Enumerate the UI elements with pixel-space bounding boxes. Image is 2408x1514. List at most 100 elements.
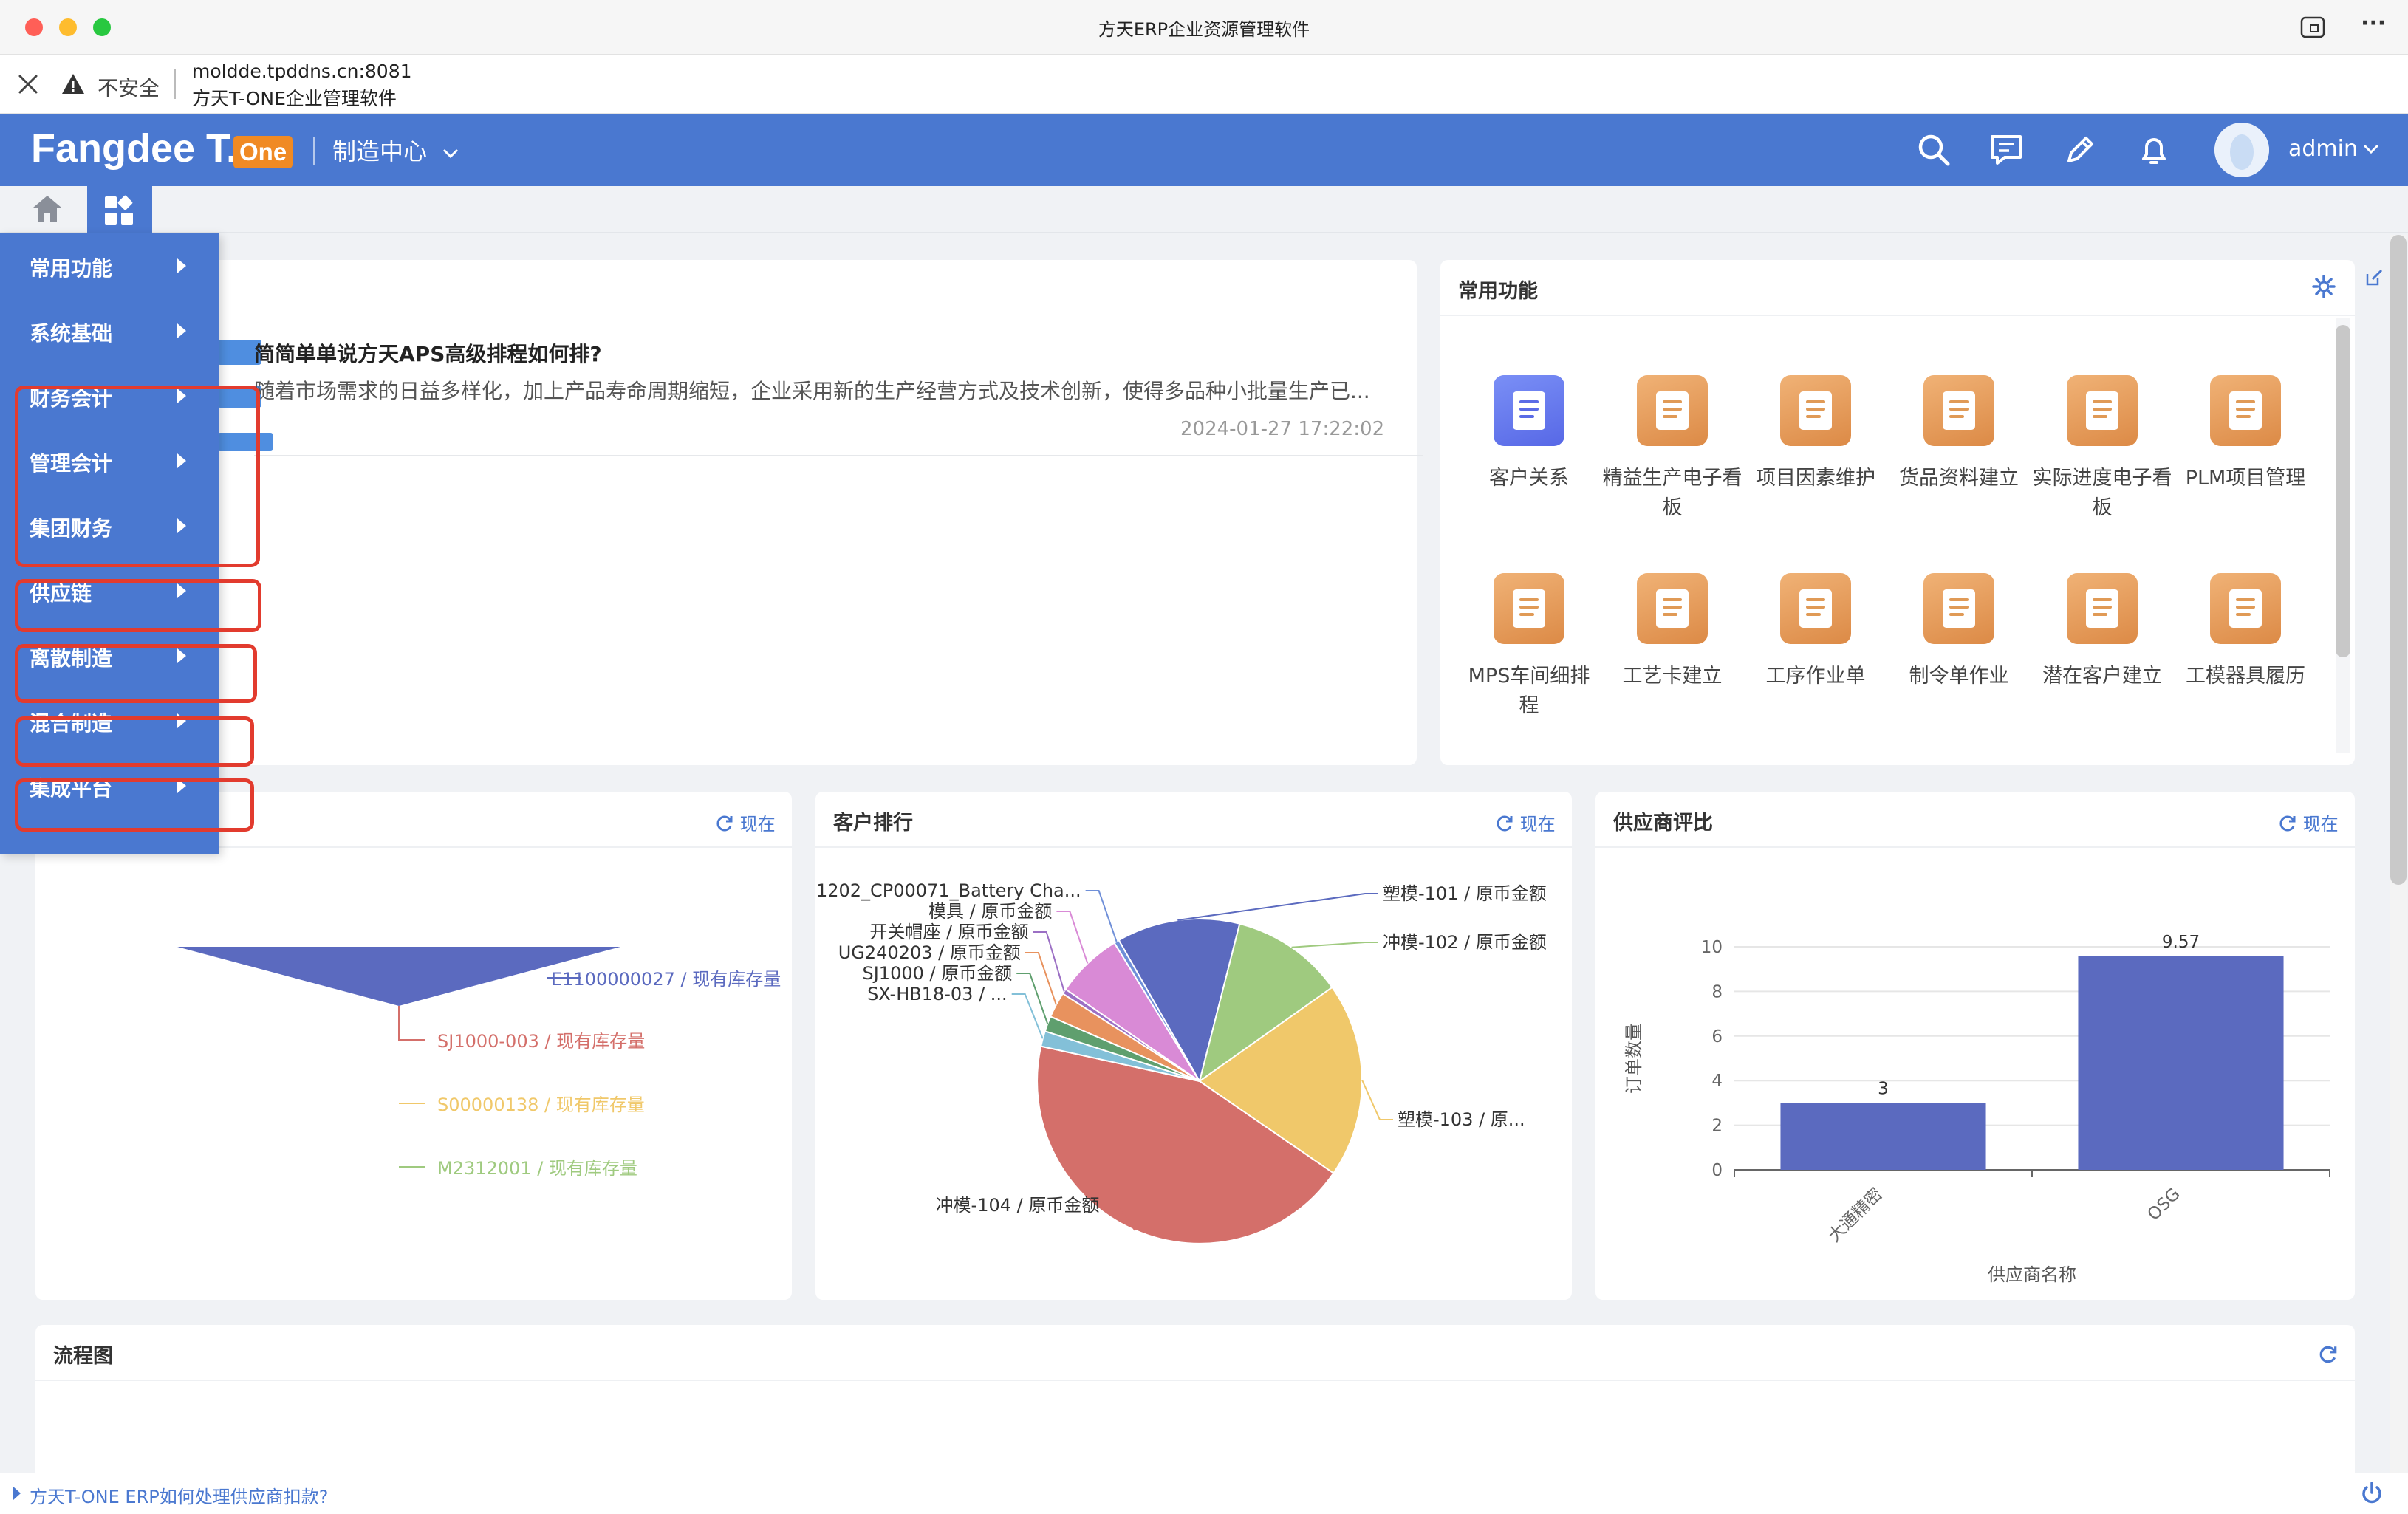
center-selector[interactable]: 制造中心 [332,133,459,167]
function-customer-relation[interactable]: 客户关系 [1459,375,1599,493]
user-avatar-icon [2214,123,2269,177]
y-tick-label: 8 [1711,982,1723,1001]
function-goods-data[interactable]: 货品资料建立 [1889,375,2029,493]
bell-icon[interactable] [2136,132,2172,168]
inventory-card: 现在 E1100000027 / 现有库存量 SJ1000-003 / 现有库存… [35,792,792,1300]
home-icon[interactable] [31,193,64,225]
page-scrollbar-track[interactable] [2390,235,2407,1476]
supplier-bar-chart: 0 2 4 6 8 10 3 大通精密 9.57 OSG 供应商名称 订单数量 [1624,933,2330,1285]
function-plm[interactable]: PLM项目管理 [2175,375,2316,493]
funnel-label-2: SJ1000-003 / 现有库存量 [437,1031,645,1052]
pie-label: 模具 / 原币金额 [928,901,1052,922]
app-header: Fangdee T. One 制造中心 admin [0,114,2408,186]
supplier-card: 供应商评比 现在 0 2 4 6 8 10 3 大通精密 9.57 OSG 供应商名称 订单数量 [1595,792,2355,1300]
card-divider [35,1380,2355,1381]
pie-leader-line [1056,911,1089,964]
document-icon [1494,573,1564,644]
close-icon[interactable] [18,74,38,95]
inventory-funnel-chart: E1100000027 / 现有库存量 SJ1000-003 / 现有库存量 S… [177,947,781,1179]
menu-item-system[interactable]: 系统基础 [0,298,219,363]
search-icon[interactable] [1916,132,1952,168]
document-icon [1637,375,1708,446]
y-tick-label: 6 [1711,1027,1723,1047]
menu-item-common[interactable]: 常用功能 [0,233,219,298]
bar[interactable] [2078,956,2284,1170]
y-axis-title: 订单数量 [1624,1023,1644,1094]
more-options-icon[interactable]: ··· [2361,10,2386,36]
funnel-label-4: M2312001 / 现有库存量 [437,1158,637,1179]
document-icon [2067,573,2138,644]
header-divider [313,137,315,165]
pie-leader-line [1177,893,1378,921]
funnel-leader-line [398,1006,425,1041]
customer-rank-card: 客户排行 现在 塑模-101 / 原币金额 冲模-102 / 原币金额 塑模-103… [815,792,1572,1300]
avatar[interactable] [2214,123,2269,177]
highlight-box-mixed [15,716,254,767]
highlight-box-finance [15,386,260,567]
document-icon [1780,573,1851,644]
common-functions-title: 常用功能 [1458,280,1538,303]
news-date: 2024-01-27 17:22:02 [1180,418,1385,440]
pie-label: 冲模-102 / 原币金额 [1383,932,1547,953]
function-progress-board[interactable]: 实际进度电子看板 [2032,375,2172,523]
logo-badge: One [233,136,293,168]
edit-layout-icon[interactable] [2364,267,2384,288]
bar-value-label: 9.57 [2162,933,2200,952]
function-work-order[interactable]: 制令单作业 [1889,573,2029,691]
page-scrollbar-thumb[interactable] [2390,235,2407,885]
news-divider [254,455,1423,456]
pie-label: 开关帽座 / 原币金额 [869,922,1028,942]
message-icon[interactable] [1988,132,2024,168]
x-tick-label: 大通精密 [1824,1185,1886,1246]
reader-icon[interactable] [2300,16,2325,38]
highlight-box-supply-chain [15,579,261,632]
x-axis-title: 供应商名称 [1988,1264,2076,1285]
footer-help-link[interactable]: 方天T-ONE ERP如何处理供应商扣款? [30,1482,328,1508]
caret-right-icon [177,258,186,273]
bar[interactable] [1780,1103,1986,1170]
apps-grid-icon [105,195,133,225]
document-icon [1923,375,1994,446]
flow-refresh-icon[interactable] [2318,1344,2339,1365]
highlight-box-integration [15,778,254,832]
function-project-factor[interactable]: 项目因素维护 [1745,375,1886,493]
functions-scrollbar-thumb[interactable] [2336,325,2350,657]
functions-scrollbar-track[interactable] [2336,318,2350,753]
address-bar: 不安全 moldde.tpddns.cn:8081 方天T-ONE企业管理软件 [0,55,2408,114]
pie-leader-line [1011,993,1044,1039]
bar-value-label: 3 [1878,1079,1889,1098]
center-label: 制造中心 [332,137,428,165]
tab-strip [0,186,2408,233]
function-mps[interactable]: MPS车间细排程 [1459,573,1599,721]
pie-leader-line [1085,890,1118,942]
document-icon [1637,573,1708,644]
user-chevron-down-icon[interactable] [2362,143,2380,155]
pie-label: 塑模-101 / 原币金额 [1383,883,1547,904]
pie-leader-line [1016,973,1049,1024]
user-name[interactable]: admin [2288,136,2358,162]
highlight-box-discrete [15,644,257,703]
function-lean-board[interactable]: 精益生产电子看板 [1602,375,1742,523]
y-tick-label: 2 [1711,1117,1723,1136]
document-icon [2210,573,2281,644]
y-tick-label: 10 [1701,938,1723,957]
function-process-card[interactable]: 工艺卡建立 [1602,573,1742,691]
url-text[interactable]: moldde.tpddns.cn:8081 [192,61,412,82]
function-tool-history[interactable]: 工模器具履历 [2175,573,2316,691]
pie-label: 塑模-103 / 原... [1398,1109,1525,1130]
y-tick-label: 4 [1711,1072,1723,1091]
document-icon [1923,573,1994,644]
bottom-bar: 方天T-ONE ERP如何处理供应商扣款? [0,1473,2408,1514]
customer-pie-chart: 塑模-101 / 原币金额冲模-102 / 原币金额塑模-103 / 原... 冲… [815,880,1547,1244]
tab-apps[interactable] [87,186,152,233]
edit-pencil-icon[interactable] [2062,132,2098,168]
pie-label: SX-HB18-03 / ... [867,984,1008,1004]
settings-gear-icon[interactable] [2312,275,2336,298]
function-operation-order[interactable]: 工序作业单 [1745,573,1886,691]
funnel-label-3: S00000138 / 现有库存量 [437,1095,645,1115]
page-title-text: 方天T-ONE企业管理软件 [192,88,397,109]
function-prospect[interactable]: 潜在客户建立 [2032,573,2172,691]
power-icon[interactable] [2359,1481,2384,1506]
news-title[interactable]: 简简单单说方天APS高级排程如何排? [254,338,602,368]
pie-label: 冲模-104 / 原币金额 [936,1195,1100,1216]
